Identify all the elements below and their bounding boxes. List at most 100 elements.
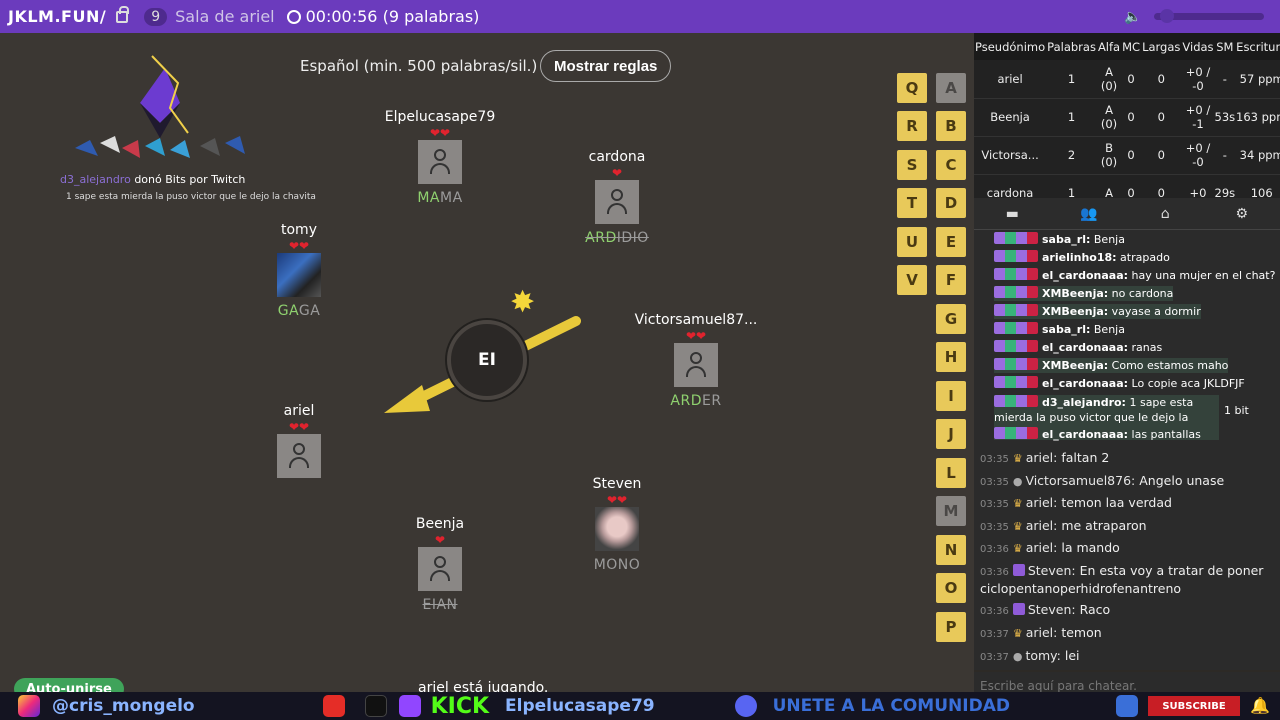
tab-players[interactable]: 👥 xyxy=(1059,198,1119,230)
players-icon: 👥 xyxy=(1080,205,1098,222)
syllable-prompt: EI xyxy=(478,350,496,370)
tab-chat[interactable]: ▬ xyxy=(982,198,1042,230)
table-cell: 53s xyxy=(1214,98,1236,137)
twitch-badge-icon xyxy=(1012,564,1025,576)
avatar xyxy=(418,140,462,184)
bonus-letter: E xyxy=(936,227,966,257)
table-cell: 57 ppm xyxy=(1235,60,1280,99)
avatar xyxy=(674,343,718,387)
crown-icon: ♛ xyxy=(1012,452,1023,465)
table-cell: 1 xyxy=(1046,98,1097,137)
lives-hearts: ❤❤ xyxy=(288,420,310,434)
donation-alert: d3_alejandro donó Bits por Twitch 1 sape… xyxy=(60,173,316,202)
player-name: cardona xyxy=(588,149,646,165)
tab-settings[interactable]: ⚙ xyxy=(1212,198,1272,230)
bonus-letter: M xyxy=(936,496,966,526)
side-tabs: ▬ 👥 ⌂ ⚙ xyxy=(974,198,1280,230)
subscribe-button[interactable]: SUBSCRIBE xyxy=(1148,696,1240,716)
player-elpelucasape79: Elpelucasape79 ❤❤ MAMA xyxy=(360,109,520,206)
table-row: Beenja1A (0)00+0 / -153s163 ppm xyxy=(974,98,1280,137)
table-cell: 0 xyxy=(1141,98,1182,137)
chat-message: 03:35 ♛ ariel: faltan 2 xyxy=(980,450,1110,465)
volume-knob[interactable] xyxy=(1160,9,1174,23)
table-cell: 1 xyxy=(1046,60,1097,99)
dictionary-info: Español (min. 500 palabras/sil.) xyxy=(300,57,538,75)
chat-input[interactable]: Escribe aquí para chatear. xyxy=(974,672,1280,693)
bonus-letter: O xyxy=(936,573,966,603)
bonus-letter: P xyxy=(936,612,966,642)
tab-room[interactable]: ⌂ xyxy=(1135,198,1195,230)
lives-hearts: ❤ xyxy=(611,166,623,180)
table-cell: 0 xyxy=(1141,60,1182,99)
bonus-letter: V xyxy=(897,265,927,295)
badge-icons xyxy=(994,286,1038,298)
youtube-icon xyxy=(322,695,345,717)
player-name: tomy xyxy=(281,222,317,238)
current-word: ARDER xyxy=(670,393,722,409)
bonus-letter: S xyxy=(897,150,927,180)
table-cell: Beenja xyxy=(974,98,1047,137)
badge-icons xyxy=(994,340,1038,352)
fuse-spark-icon: ✸ xyxy=(510,285,536,320)
bonus-letter: A xyxy=(936,73,966,103)
bonus-letter: C xyxy=(936,150,966,180)
user-icon: ● xyxy=(1012,475,1023,488)
column-header[interactable]: MC xyxy=(1121,33,1142,60)
avatar xyxy=(418,547,462,591)
avatar xyxy=(595,180,639,224)
twitch-badge-icon xyxy=(1012,603,1025,615)
bonus-letter: H xyxy=(936,342,966,372)
player-tomy: tomy ❤❤ GAGA xyxy=(219,222,379,319)
bonus-letter: J xyxy=(936,419,966,449)
table-cell: 0 xyxy=(1141,174,1182,198)
column-header[interactable]: Escritura xyxy=(1235,33,1280,60)
avatar xyxy=(595,507,639,551)
column-header[interactable]: Largas xyxy=(1141,33,1182,60)
overlay-chat-line: XMBeenja: Como estamos maho xyxy=(994,358,1229,373)
like-icon xyxy=(1116,695,1138,717)
table-cell: +0 / -1 xyxy=(1181,98,1215,137)
overlay-chat-line: saba_rl: Benja xyxy=(994,322,1125,337)
volume-slider[interactable] xyxy=(1154,9,1264,23)
instagram-handle: @cris_mongelo xyxy=(52,696,195,716)
chat-icon: ▬ xyxy=(1005,205,1019,222)
stream-footer: @cris_mongelo KICK Elpelucasape79 UNETE … xyxy=(0,692,1280,720)
bonus-letter: G xyxy=(936,304,966,334)
column-header[interactable]: Palabras xyxy=(1046,33,1097,60)
current-word: MONO xyxy=(593,557,641,573)
bonus-letter: N xyxy=(936,535,966,565)
show-rules-button[interactable]: Mostrar reglas xyxy=(540,50,672,82)
column-header[interactable]: SM xyxy=(1214,33,1236,60)
current-word: EIAN xyxy=(422,597,458,613)
column-header[interactable]: Vidas xyxy=(1181,33,1215,60)
player-count-badge: 9 xyxy=(144,7,168,26)
column-header[interactable]: Pseudónimo xyxy=(974,33,1047,60)
top-bar: JKLM.FUN/ 9 Sala de ariel 00:00:56 (9 pa… xyxy=(0,0,1280,33)
player-name: Steven xyxy=(592,476,642,492)
table-cell: A (0) xyxy=(1096,98,1122,137)
overlay-chat-line: XMBeenja: no cardona xyxy=(994,286,1174,301)
bonus-letter: U xyxy=(897,227,927,257)
column-header[interactable]: Alfa xyxy=(1096,33,1122,60)
lives-hearts: ❤❤ xyxy=(288,239,310,253)
table-cell: 29s xyxy=(1214,174,1236,198)
chat-message: 03:35 ● Victorsamuel876: Angelo unase xyxy=(980,473,1225,488)
twitch-icon xyxy=(398,695,421,717)
user-icon: ● xyxy=(1012,650,1023,663)
lock-icon[interactable] xyxy=(116,5,130,23)
table-cell: 0 xyxy=(1121,136,1142,175)
table-cell: 0 xyxy=(1141,136,1182,175)
chat-message: 03:37 ♛ ariel: temon xyxy=(980,625,1102,640)
overlay-chat-line: el_cardonaaa: ranas xyxy=(994,340,1162,355)
crown-icon: ♛ xyxy=(1012,497,1023,510)
bonus-letter: D xyxy=(936,188,966,218)
overlay-chat-line: saba_rl: Benja xyxy=(994,232,1125,247)
table-row: cardona 1 A 0 0 +0 29s 106 xyxy=(974,174,1280,198)
lives-hearts: ❤❤ xyxy=(429,126,451,140)
volume-icon[interactable]: 🔈 xyxy=(1124,9,1141,25)
site-url[interactable]: JKLM.FUN/ xyxy=(8,7,106,26)
kick-logo: KICK xyxy=(430,693,490,719)
chat-panel[interactable]: saba_rl: Benja arielinho18: atrapado el_ca… xyxy=(974,230,1280,670)
table-cell: - xyxy=(1214,136,1236,175)
table-cell: 34 ppm xyxy=(1235,136,1280,175)
